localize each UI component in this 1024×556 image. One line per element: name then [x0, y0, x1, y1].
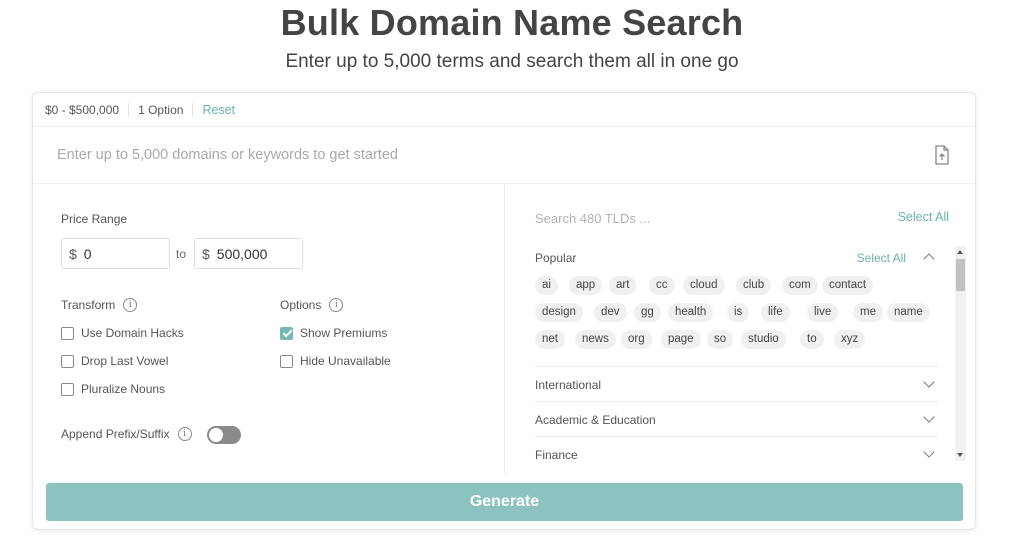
search-card: $0 - $500,000 1 Option Reset Price Range…: [32, 92, 976, 530]
tld-group-label: Finance: [535, 448, 578, 462]
tld-chip-studio[interactable]: studio: [741, 330, 786, 349]
checkbox-label: Hide Unavailable: [300, 354, 391, 368]
checkbox-icon[interactable]: [280, 354, 293, 368]
checkbox-pluralize-nouns[interactable]: Pluralize Nouns: [61, 382, 165, 396]
checkbox-label: Pluralize Nouns: [81, 382, 166, 396]
page-title: Bulk Domain Name Search: [280, 2, 744, 43]
chevron-down-icon[interactable]: [923, 446, 935, 458]
tld-chip-app[interactable]: app: [569, 276, 603, 295]
tld-chip-com[interactable]: com: [782, 276, 818, 295]
price-to-label: to: [176, 247, 187, 261]
checkbox-drop-last-vowel[interactable]: Drop Last Vowel: [61, 354, 168, 368]
checkbox-checked-icon[interactable]: [280, 326, 293, 340]
checkbox-hide-unavailable[interactable]: Hide Unavailable: [280, 354, 391, 368]
tld-pane: Select All Popular Select All aiappartcc…: [506, 184, 975, 474]
page-subtitle: Enter up to 5,000 terms and search them …: [285, 51, 739, 72]
action-bar: Generate: [33, 474, 975, 529]
transform-label: Transform: [61, 298, 116, 312]
tld-chip-life[interactable]: life: [761, 303, 790, 322]
tld-chip-is[interactable]: is: [727, 303, 750, 322]
option-filter-chip[interactable]: 1 Option: [138, 102, 194, 117]
select-all-tlds-link[interactable]: Select All: [898, 210, 949, 224]
max-price-value: 500,000: [216, 245, 268, 262]
tld-chip-cloud[interactable]: cloud: [683, 276, 725, 295]
tld-chip-net[interactable]: net: [535, 330, 565, 349]
tld-chip-to[interactable]: to: [800, 330, 824, 349]
scrollbar-thumb[interactable]: [956, 259, 965, 291]
currency-symbol: $: [69, 245, 77, 262]
upload-file-icon[interactable]: [933, 145, 951, 165]
options-heading: Options i: [280, 298, 344, 312]
tld-group-international[interactable]: International: [535, 366, 938, 401]
tld-chip-news[interactable]: news: [575, 330, 616, 349]
info-icon[interactable]: i: [123, 298, 138, 312]
scroll-down-arrow-icon[interactable]: [957, 453, 963, 457]
checkbox-icon[interactable]: [61, 382, 74, 396]
tld-chip-health[interactable]: health: [668, 303, 714, 322]
append-prefix-suffix-toggle[interactable]: [207, 426, 241, 444]
tld-chip-so[interactable]: so: [707, 330, 734, 349]
tld-group-academic-education[interactable]: Academic & Education: [535, 401, 938, 436]
tld-chip-club[interactable]: club: [736, 276, 772, 295]
currency-symbol: $: [202, 245, 210, 262]
keywords-input[interactable]: [57, 143, 897, 167]
checkbox-show-premiums[interactable]: Show Premiums: [280, 326, 387, 340]
min-price-field[interactable]: $ 0: [61, 238, 170, 269]
append-label: Append Prefix/Suffix: [61, 427, 170, 441]
tld-list-scrollbar[interactable]: [955, 246, 966, 461]
tld-chip-art[interactable]: art: [609, 276, 637, 295]
scroll-up-arrow-icon[interactable]: [957, 250, 963, 254]
search-options-pane: Price Range $ 0 to $ 500,000 Transform i…: [33, 184, 505, 474]
tld-group-label: Academic & Education: [535, 413, 656, 427]
tld-group-finance[interactable]: Finance: [535, 436, 938, 471]
reset-filters-link[interactable]: Reset: [202, 103, 235, 117]
options-label: Options: [280, 298, 322, 312]
tld-chip-me[interactable]: me: [853, 303, 883, 322]
tld-group-label: Popular: [535, 251, 577, 265]
checkbox-icon[interactable]: [61, 354, 74, 368]
generate-button[interactable]: Generate: [46, 483, 963, 521]
page: Bulk Domain Name Search Enter up to 5,00…: [0, 0, 1024, 556]
select-all-popular-link[interactable]: Select All: [857, 251, 906, 265]
chevron-up-icon[interactable]: [923, 253, 935, 265]
tld-chip-name[interactable]: name: [887, 303, 930, 322]
tld-chip-cc[interactable]: cc: [649, 276, 675, 295]
tld-group-popular[interactable]: Popular Select All: [535, 251, 938, 267]
info-icon[interactable]: i: [329, 298, 344, 312]
keyword-search-row: [33, 127, 975, 184]
transform-heading: Transform i: [61, 298, 138, 312]
chevron-down-icon[interactable]: [923, 411, 935, 423]
tld-chip-page[interactable]: page: [661, 330, 701, 349]
append-heading: Append Prefix/Suffix i: [61, 427, 192, 441]
min-price-value: 0: [83, 245, 92, 262]
checkbox-label: Show Premiums: [300, 326, 388, 340]
checkbox-icon[interactable]: [61, 326, 74, 340]
tld-chip-dev[interactable]: dev: [594, 303, 627, 322]
tld-chip-contact[interactable]: contact: [822, 276, 874, 295]
tld-group-label: International: [535, 378, 602, 392]
info-icon[interactable]: i: [177, 427, 192, 441]
checkbox-use-domain-hacks[interactable]: Use Domain Hacks: [61, 326, 184, 340]
tld-chip-xyz[interactable]: xyz: [834, 330, 866, 349]
tld-chip-live[interactable]: live: [807, 303, 839, 322]
tld-search-input[interactable]: [535, 208, 865, 228]
max-price-field[interactable]: $ 500,000: [194, 238, 303, 269]
tld-group-list: Popular Select All ai app art cc cloud club co…: [535, 244, 938, 472]
price-filter-chip[interactable]: $0 - $500,000: [45, 102, 130, 117]
tld-chip-ai[interactable]: ai: [535, 276, 558, 295]
checkbox-label: Use Domain Hacks: [81, 326, 184, 340]
checkbox-label: Drop Last Vowel: [81, 354, 169, 368]
toggle-knob: [209, 428, 223, 442]
chevron-down-icon[interactable]: [923, 376, 935, 388]
tld-chip-gg[interactable]: gg: [634, 303, 661, 322]
price-range-label: Price Range: [61, 212, 128, 226]
tld-chip-org[interactable]: org: [621, 330, 652, 349]
active-filters-bar: $0 - $500,000 1 Option Reset: [33, 93, 975, 127]
tld-chip-design[interactable]: design: [535, 303, 583, 322]
